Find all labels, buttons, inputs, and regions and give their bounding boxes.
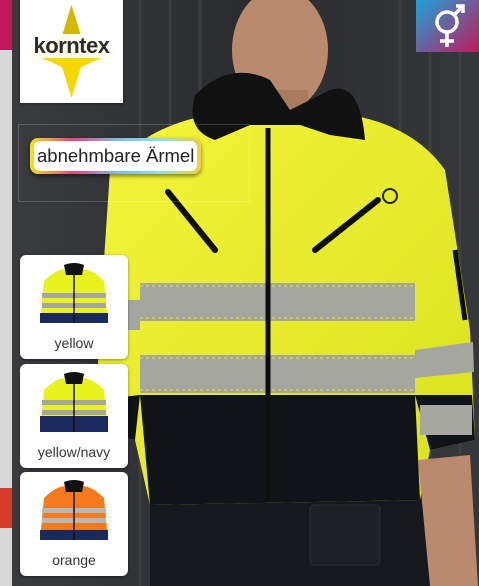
adjacent-panel-edge bbox=[0, 0, 12, 586]
variant-card-orange[interactable]: orange bbox=[20, 472, 128, 576]
brand-name: korntex bbox=[33, 33, 110, 58]
adjacent-badge bbox=[0, 0, 12, 50]
jacket-yellow-thumbnail bbox=[40, 263, 108, 323]
feature-tag: abnehmbare Ärmel bbox=[30, 138, 202, 174]
unisex-badge bbox=[416, 0, 479, 52]
variant-label: yellow/navy bbox=[37, 444, 111, 460]
variant-label: orange bbox=[52, 552, 96, 568]
unisex-gender-icon bbox=[435, 4, 465, 47]
variant-card-yellow[interactable]: yellow bbox=[20, 255, 128, 359]
variant-card-yellow-navy[interactable]: yellow/navy bbox=[20, 364, 128, 468]
variant-label: yellow bbox=[54, 335, 94, 351]
jacket-orange-thumbnail bbox=[40, 480, 108, 540]
adjacent-swatch bbox=[0, 488, 12, 528]
brand-logo: korntex bbox=[20, 0, 123, 103]
jacket-yellow-navy-thumbnail bbox=[40, 372, 108, 432]
feature-label: abnehmbare Ärmel bbox=[34, 141, 198, 171]
